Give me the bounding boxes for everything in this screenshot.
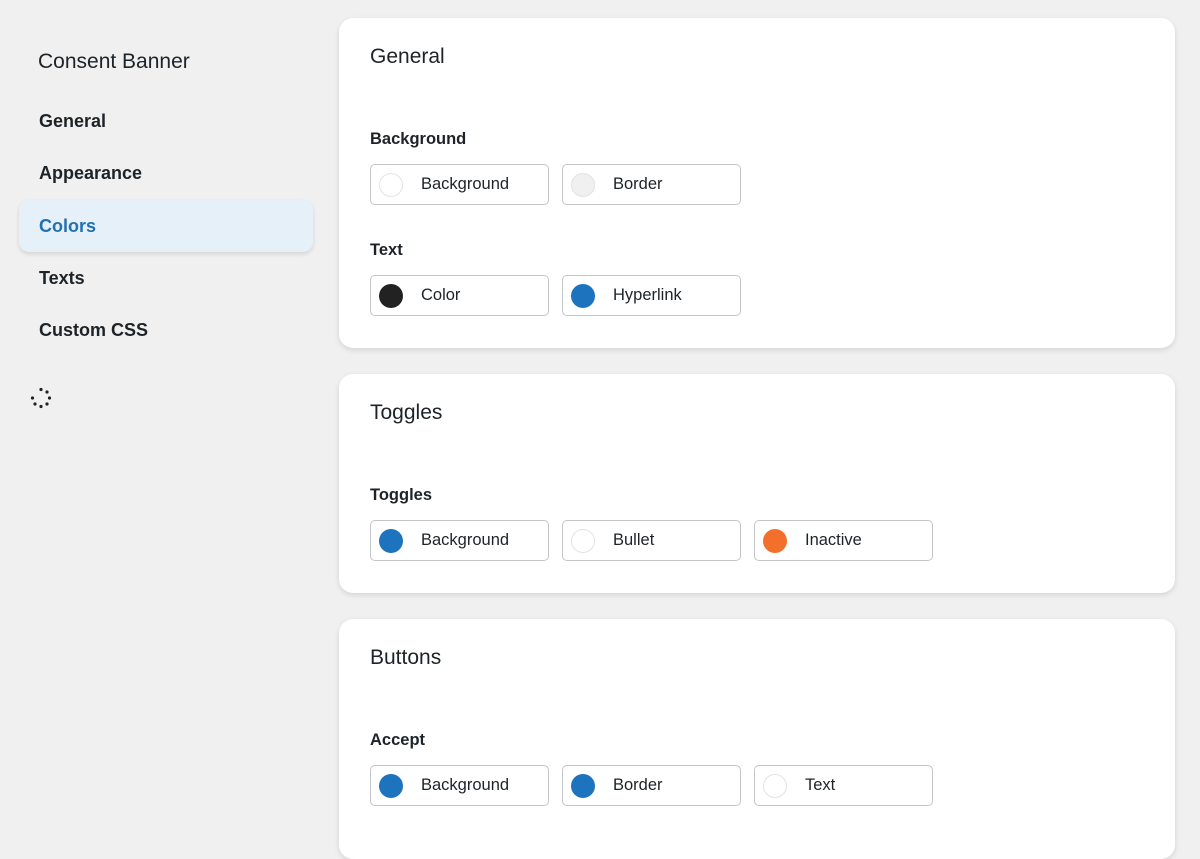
color-picker-label: Text: [805, 776, 836, 794]
card-title: Buttons: [370, 646, 442, 669]
buttons-card: Buttons Accept Background Border Text: [339, 619, 1175, 859]
color-picker-button[interactable]: Background: [370, 520, 549, 561]
color-picker-button[interactable]: Hyperlink: [562, 275, 741, 316]
color-picker-label: Background: [421, 776, 510, 794]
color-picker-label: Background: [421, 175, 510, 193]
group-label: Text: [370, 241, 403, 259]
sidebar-item-label: General: [39, 110, 107, 131]
sidebar-item-label: Texts: [39, 267, 85, 288]
card-title: General: [370, 45, 445, 68]
sidebar-title: Consent Banner: [38, 50, 190, 73]
color-swatch-icon: [379, 172, 403, 197]
color-swatch-icon: [571, 528, 595, 553]
color-swatch-icon: [379, 773, 403, 798]
toggles-card: Toggles Toggles Background Bullet Inacti…: [339, 374, 1175, 593]
swatch-row: Background Border Text: [370, 765, 933, 806]
color-picker-label: Color: [421, 286, 461, 304]
color-swatch-icon: [571, 172, 595, 197]
group-label: Accept: [370, 731, 426, 749]
color-picker-button[interactable]: Bullet: [562, 520, 741, 561]
color-picker-label: Border: [613, 776, 663, 794]
color-swatch-icon: [571, 773, 595, 798]
sidebar-item-label: Colors: [39, 215, 97, 236]
sidebar-item-label: Appearance: [39, 162, 143, 183]
color-picker-button[interactable]: Border: [562, 164, 741, 205]
sidebar-item-custom-css[interactable]: Custom CSS: [19, 304, 313, 356]
swatch-row: Color Hyperlink: [370, 275, 741, 316]
group-label: Background: [370, 130, 467, 148]
color-picker-button[interactable]: Background: [370, 765, 549, 806]
color-swatch-icon: [763, 773, 787, 798]
card-title: Toggles: [370, 401, 443, 424]
color-picker-label: Hyperlink: [613, 286, 682, 304]
color-picker-label: Background: [421, 531, 510, 549]
swatch-row: Background Bullet Inactive: [370, 520, 933, 561]
spinner-icon: [30, 387, 52, 409]
sidebar-item-texts[interactable]: Texts: [19, 252, 313, 304]
sidebar-item-appearance[interactable]: Appearance: [19, 147, 313, 199]
general-card: General Background Background Border Tex…: [339, 18, 1175, 348]
color-swatch-icon: [379, 283, 403, 308]
sidebar-item-label: Custom CSS: [39, 319, 149, 340]
color-picker-button[interactable]: Background: [370, 164, 549, 205]
color-picker-label: Border: [613, 175, 663, 193]
color-picker-button[interactable]: Border: [562, 765, 741, 806]
swatch-row: Background Border: [370, 164, 741, 205]
color-swatch-icon: [763, 528, 787, 553]
sidebar-item-general[interactable]: General: [19, 95, 313, 147]
sidebar: Consent Banner General Appearance Colors…: [0, 0, 330, 838]
color-picker-button[interactable]: Inactive: [754, 520, 933, 561]
color-swatch-icon: [571, 283, 595, 308]
color-picker-label: Bullet: [613, 531, 655, 549]
sidebar-item-colors[interactable]: Colors: [19, 200, 313, 252]
group-label: Toggles: [370, 486, 433, 504]
color-picker-button[interactable]: Color: [370, 275, 549, 316]
color-swatch-icon: [379, 528, 403, 553]
color-picker-button[interactable]: Text: [754, 765, 933, 806]
color-picker-label: Inactive: [805, 531, 862, 549]
